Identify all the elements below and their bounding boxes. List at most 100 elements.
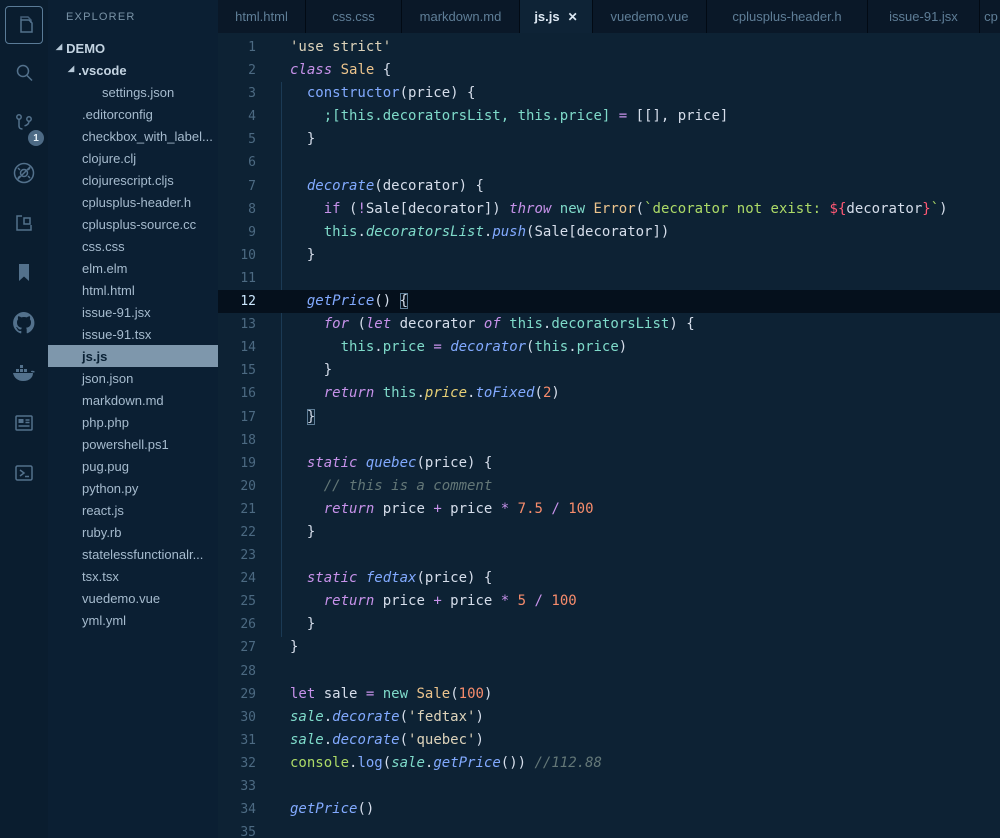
folder-twistie-icon: ◢: [68, 64, 75, 73]
code-line-7[interactable]: 7 decorate(decorator) {: [218, 175, 1000, 198]
tab-vuedemo-vue[interactable]: vuedemo.vue: [593, 0, 707, 33]
code-line-30[interactable]: 30 sale.decorate('fedtax'): [218, 706, 1000, 729]
folder-item-demo[interactable]: ◢ DEMO: [48, 37, 218, 59]
activity-bar-item-source-control[interactable]: 1: [0, 100, 48, 150]
file-item-issue-91-jsx[interactable]: issue-91.jsx: [48, 301, 218, 323]
file-item-python-py[interactable]: python.py: [48, 477, 218, 499]
code-line-20[interactable]: 20 // this is a comment: [218, 475, 1000, 498]
tab-cplusplus-header-h[interactable]: cplusplus-header.h: [707, 0, 868, 33]
code-line-2[interactable]: 2 class Sale {: [218, 59, 1000, 82]
line-number: 17: [240, 409, 256, 425]
code-line-13[interactable]: 13 for (let decorator of this.decorators…: [218, 313, 1000, 336]
code-line-18[interactable]: 18: [218, 429, 1000, 452]
file-item-html-html[interactable]: html.html: [48, 279, 218, 301]
item-label: pug.pug: [82, 458, 129, 474]
code-line-16[interactable]: 16 return this.price.toFixed(2): [218, 382, 1000, 405]
file-item-css-css[interactable]: css.css: [48, 235, 218, 257]
item-label: php.php: [82, 414, 129, 430]
file-item-cplusplus-header-h[interactable]: cplusplus-header.h: [48, 191, 218, 213]
code-line-8[interactable]: 8 if (!Sale[decorator]) throw new Error(…: [218, 198, 1000, 221]
file-item-vuedemo-vue[interactable]: vuedemo.vue: [48, 587, 218, 609]
file-item-issue-91-tsx[interactable]: issue-91.tsx: [48, 323, 218, 345]
code-line-23[interactable]: 23: [218, 544, 1000, 567]
activity-bar-item-extensions[interactable]: [0, 200, 48, 250]
line-content: if (!Sale[decorator]) throw new Error(`d…: [323, 200, 948, 217]
code-line-25[interactable]: 25 return price + price * 5 / 100: [218, 590, 1000, 613]
item-label: elm.elm: [82, 260, 128, 276]
item-label: ruby.rb: [82, 524, 122, 540]
file-item--editorconfig[interactable]: .editorconfig: [48, 103, 218, 125]
editor[interactable]: 1 'use strict' 2 class Sale {3 constructor(…: [218, 33, 1000, 838]
code-line-14[interactable]: 14 this.price = decorator(this.price): [218, 336, 1000, 359]
file-item-checkbox-with-label-[interactable]: checkbox_with_label...: [48, 125, 218, 147]
file-item-statelessfunctionalr-[interactable]: statelessfunctionalr...: [48, 543, 218, 565]
file-item-ruby-rb[interactable]: ruby.rb: [48, 521, 218, 543]
activity-bar-item-explorer[interactable]: [0, 0, 48, 50]
code-line-22[interactable]: 22 }: [218, 521, 1000, 544]
code-line-4[interactable]: 4 ;[this.decoratorsList, this.price] = […: [218, 105, 1000, 128]
line-content: [268, 151, 290, 174]
item-label: python.py: [82, 480, 139, 496]
activity-bar-item-github[interactable]: [0, 300, 48, 350]
code-line-19[interactable]: 19 static quebec(price) {: [218, 452, 1000, 475]
code-line-27[interactable]: 27}: [218, 636, 1000, 659]
code-line-12[interactable]: 12 getPrice() {: [218, 290, 1000, 314]
file-item-markdown-md[interactable]: markdown.md: [48, 389, 218, 411]
line-content: static quebec(price) {: [306, 454, 493, 471]
code-line-33[interactable]: 33: [218, 775, 1000, 798]
tab-issue-91-jsx[interactable]: issue-91.jsx: [868, 0, 980, 33]
code-line-26[interactable]: 26 }: [218, 613, 1000, 636]
tab-label: css.css: [332, 9, 375, 24]
file-item-yml-yml[interactable]: yml.yml: [48, 609, 218, 631]
line-content: [268, 429, 290, 452]
line-content: this.decoratorsList.push(Sale[decorator]…: [323, 223, 670, 240]
code-line-24[interactable]: 24 static fedtax(price) {: [218, 567, 1000, 590]
tab-js-js[interactable]: js.js ✕: [520, 0, 593, 33]
folder-item--vscode[interactable]: ◢ .vscode: [48, 59, 218, 81]
code-line-32[interactable]: 32 console.log(sale.getPrice()) //112.88: [218, 752, 1000, 775]
file-item-react-js[interactable]: react.js: [48, 499, 218, 521]
tab-markdown-md[interactable]: markdown.md: [402, 0, 520, 33]
activity-bar-item-debug-disabled[interactable]: [0, 150, 48, 200]
code-line-35[interactable]: 35: [218, 821, 1000, 838]
code-line-10[interactable]: 10 }: [218, 244, 1000, 267]
file-item-powershell-ps1[interactable]: powershell.ps1: [48, 433, 218, 455]
code-line-15[interactable]: 15 }: [218, 359, 1000, 382]
file-item-tsx-tsx[interactable]: tsx.tsx: [48, 565, 218, 587]
line-number: 16: [240, 386, 256, 402]
file-item-js-js[interactable]: js.js: [48, 345, 218, 367]
code-line-29[interactable]: 29 let sale = new Sale(100): [218, 683, 1000, 706]
line-content: class Sale {: [290, 62, 392, 79]
file-item-clojurescript-cljs[interactable]: clojurescript.cljs: [48, 169, 218, 191]
file-item-pug-pug[interactable]: pug.pug: [48, 455, 218, 477]
file-item-clojure-clj[interactable]: clojure.clj: [48, 147, 218, 169]
activity-bar-item-powershell[interactable]: [0, 450, 48, 500]
file-item-json-json[interactable]: json.json: [48, 367, 218, 389]
tab-close-icon[interactable]: ✕: [568, 10, 578, 24]
file-item-cplusplus-source-cc[interactable]: cplusplus-source.cc: [48, 213, 218, 235]
file-item-elm-elm[interactable]: elm.elm: [48, 257, 218, 279]
tab-cp[interactable]: cp: [980, 0, 1000, 33]
file-item-php-php[interactable]: php.php: [48, 411, 218, 433]
code-line-5[interactable]: 5 }: [218, 128, 1000, 151]
code-line-31[interactable]: 31 sale.decorate('quebec'): [218, 729, 1000, 752]
code-line-21[interactable]: 21 return price + price * 7.5 / 100: [218, 498, 1000, 521]
file-item-settings-json[interactable]: settings.json: [48, 81, 218, 103]
tab-label: cp: [984, 9, 998, 24]
code-line-6[interactable]: 6: [218, 151, 1000, 174]
line-content: sale.decorate('fedtax'): [290, 708, 484, 725]
code-line-28[interactable]: 28: [218, 660, 1000, 683]
line-number: 7: [248, 178, 256, 194]
activity-bar-item-docker[interactable]: [0, 350, 48, 400]
activity-bar-item-browser-preview[interactable]: [0, 400, 48, 450]
tab-html-html[interactable]: html.html: [218, 0, 306, 33]
code-line-1[interactable]: 1 'use strict': [218, 36, 1000, 59]
code-line-34[interactable]: 34 getPrice(): [218, 798, 1000, 821]
activity-bar-item-search[interactable]: [0, 50, 48, 100]
code-line-9[interactable]: 9 this.decoratorsList.push(Sale[decorato…: [218, 221, 1000, 244]
code-line-17[interactable]: 17 }: [218, 406, 1000, 429]
activity-bar-item-bookmark[interactable]: [0, 250, 48, 300]
code-line-11[interactable]: 11: [218, 267, 1000, 290]
code-line-3[interactable]: 3 constructor(price) {: [218, 82, 1000, 105]
tab-css-css[interactable]: css.css: [306, 0, 402, 33]
